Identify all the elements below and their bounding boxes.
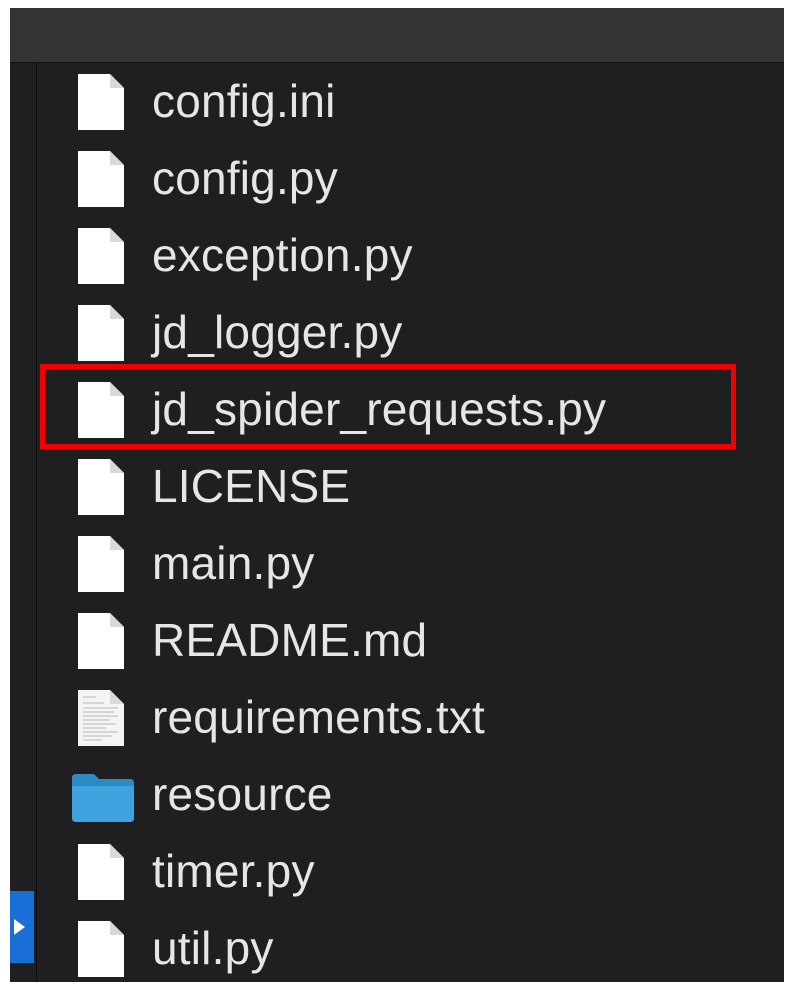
document-icon [76,612,126,670]
file-row-resource[interactable]: resource [40,756,784,833]
file-name: timer.py [152,845,315,897]
file-name: util.py [152,922,274,974]
file-list: config.ini config.py exception.py jd_log… [40,63,784,982]
file-name: requirements.txt [152,691,485,743]
folder-name: resource [152,768,333,820]
document-icon [76,458,126,516]
file-name: jd_logger.py [152,306,403,358]
document-icon [76,73,126,131]
file-row-jd-logger-py[interactable]: jd_logger.py [40,294,784,371]
document-icon [76,920,126,978]
file-name: LICENSE [152,460,351,512]
file-name: README.md [152,614,428,666]
file-name: config.ini [152,75,336,127]
file-row-timer-py[interactable]: timer.py [40,833,784,910]
file-row-readme-md[interactable]: README.md [40,602,784,679]
file-name: exception.py [152,229,413,281]
document-icon [76,381,126,439]
document-icon [76,304,126,362]
file-row-config-ini[interactable]: config.ini [40,63,784,140]
file-row-exception-py[interactable]: exception.py [40,217,784,294]
parent-column[interactable] [10,63,37,982]
finder-window: config.ini config.py exception.py jd_log… [10,8,784,982]
file-row-requirements-txt[interactable]: requirements.txt [40,679,784,756]
file-name: config.py [152,152,338,204]
file-row-jd-spider-requests-py[interactable]: jd_spider_requests.py [40,371,784,448]
text-document-icon [76,689,126,747]
file-name: jd_spider_requests.py [152,383,607,435]
document-icon [76,535,126,593]
selected-folder-arrow-icon[interactable] [10,891,34,963]
file-name: main.py [152,537,315,589]
document-icon [76,150,126,208]
document-icon [76,227,126,285]
file-row-config-py[interactable]: config.py [40,140,784,217]
document-icon [76,843,126,901]
window-toolbar [10,8,784,63]
file-row-main-py[interactable]: main.py [40,525,784,602]
file-row-license[interactable]: LICENSE [40,448,784,525]
file-row-util-py[interactable]: util.py [40,910,784,982]
folder-icon [70,766,136,824]
